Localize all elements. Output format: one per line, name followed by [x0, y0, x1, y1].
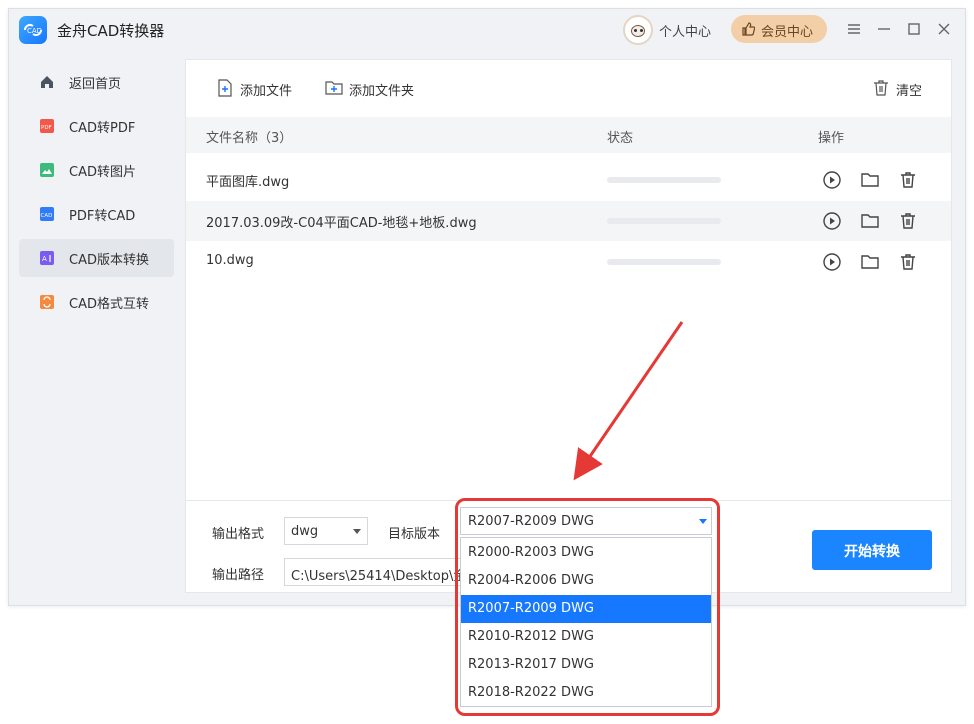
annotation-arrow-icon — [573, 321, 684, 481]
